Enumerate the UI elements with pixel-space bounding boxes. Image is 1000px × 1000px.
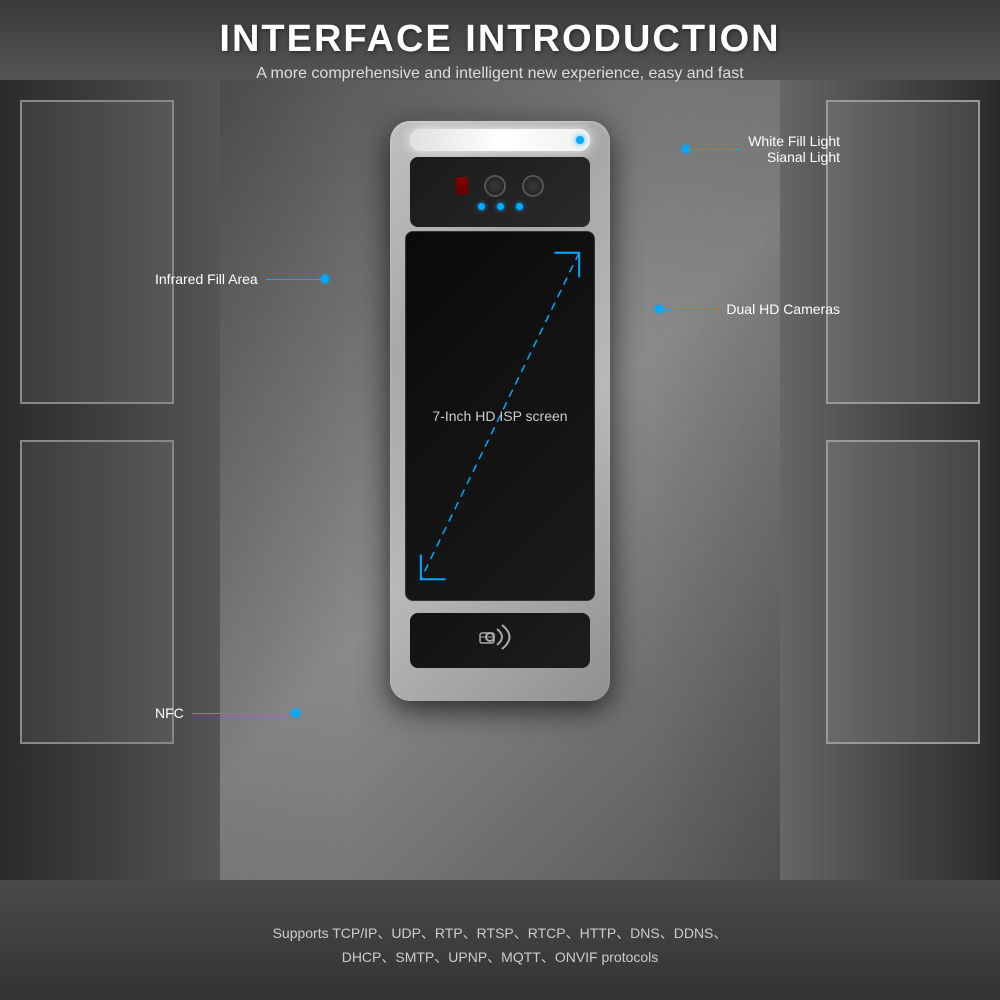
annotation-dot-nfc (292, 709, 300, 717)
screen-label: 7-Inch HD ISP screen (432, 408, 567, 424)
ir-dot-3 (516, 203, 523, 210)
white-fill-light-label-2: Sianal Light (767, 149, 840, 165)
page-title: INTERFACE INTRODUCTION (219, 18, 780, 61)
annotation-dot-cam (655, 305, 663, 313)
annotation-line-ir (266, 279, 321, 280)
annotation-infrared: Infrared Fill Area (155, 271, 355, 287)
annotation-cameras: Dual HD Cameras (620, 301, 840, 317)
annotation-line-cam (663, 309, 718, 310)
ir-sensor (456, 177, 468, 195)
annotation-line-nfc (192, 713, 292, 714)
footer-protocols: Supports TCP/IP、UDP、RTP、RTSP、RTCP、HTTP、D… (0, 922, 1000, 970)
annotation-dot-wfl (682, 145, 690, 153)
device: 7-Inch HD ISP screen (390, 121, 610, 701)
footer-line-1: Supports TCP/IP、UDP、RTP、RTSP、RTCP、HTTP、D… (0, 922, 1000, 946)
infrared-fill-label: Infrared Fill Area (155, 271, 258, 287)
annotation-nfc: NFC (155, 705, 345, 721)
annotation-line-wfl (690, 149, 740, 150)
footer-line-2: DHCP、SMTP、UPNP、MQTT、ONVIF protocols (0, 946, 1000, 970)
title-section: INTERFACE INTRODUCTION A more comprehens… (219, 18, 780, 83)
sensor-row (456, 175, 544, 197)
fill-light-bar (410, 129, 590, 151)
camera-lens-right (522, 175, 544, 197)
annotation-dot-ir (321, 275, 329, 283)
dual-cameras-label: Dual HD Cameras (726, 301, 840, 317)
diagram-area: 7-Inch HD ISP screen (150, 101, 850, 821)
main-screen: 7-Inch HD ISP screen (405, 231, 595, 601)
nfc-area (410, 613, 590, 668)
nfc-icon (475, 619, 525, 662)
nfc-label: NFC (155, 705, 184, 721)
annotation-white-fill-light: White Fill Light Sianal Light (620, 133, 840, 165)
sensor-area (410, 157, 590, 227)
ir-dot-1 (478, 203, 485, 210)
ir-dot-2 (497, 203, 504, 210)
white-fill-light-label-1: White Fill Light (748, 133, 840, 149)
page-subtitle: A more comprehensive and intelligent new… (219, 65, 780, 83)
ir-dots (478, 203, 523, 210)
camera-lens-left (484, 175, 506, 197)
signal-dot (576, 136, 584, 144)
content-area: INTERFACE INTRODUCTION A more comprehens… (0, 0, 1000, 1000)
